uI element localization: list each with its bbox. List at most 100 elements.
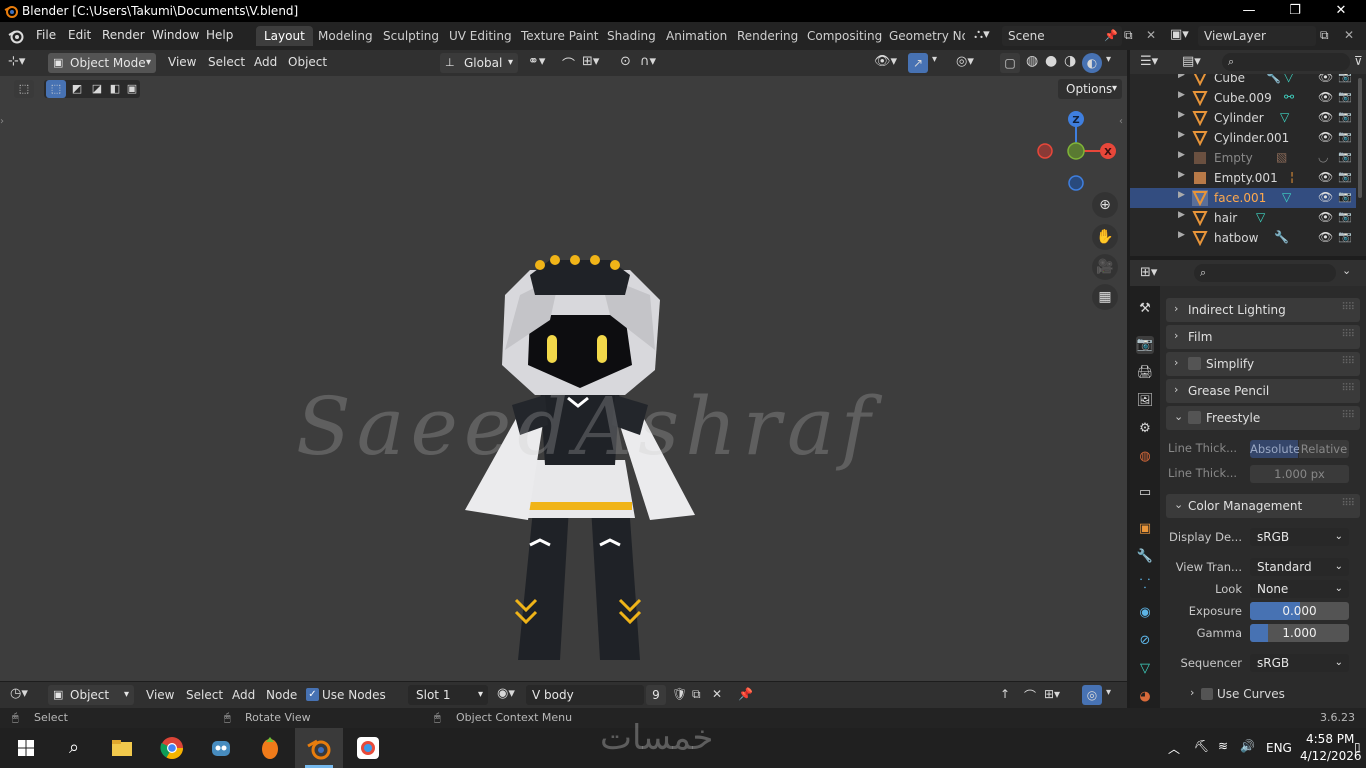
eye-icon[interactable]: 👁: [1318, 74, 1333, 84]
tab-rendering[interactable]: Rendering: [729, 26, 806, 46]
render-tab-icon[interactable]: 📷: [1136, 336, 1154, 354]
display-mode-icon[interactable]: ▤▾: [1182, 54, 1201, 69]
tray-overflow-icon[interactable]: ︿: [1168, 740, 1180, 757]
overlay-icon[interactable]: ◎▾: [956, 54, 974, 69]
photos-app-icon[interactable]: [354, 734, 382, 762]
shader-type-dropdown[interactable]: ▣ Object ▾: [48, 685, 134, 705]
delete-scene-icon[interactable]: ✕: [1146, 28, 1156, 42]
chevron-down-icon[interactable]: ⌄: [1342, 264, 1351, 277]
menu-help[interactable]: Help: [206, 28, 233, 42]
scene-icon[interactable]: ⛬▾: [974, 27, 990, 42]
viewlayer-icon[interactable]: ▣▾: [1170, 27, 1189, 42]
unlink-material-icon[interactable]: ✕: [712, 687, 722, 701]
file-explorer-icon[interactable]: [108, 734, 136, 762]
node-menu-add[interactable]: Add: [232, 688, 255, 702]
fl-studio-icon[interactable]: [256, 734, 284, 762]
tab-modeling[interactable]: Modeling: [310, 26, 381, 46]
vp-menu-select[interactable]: Select: [208, 55, 245, 69]
output-tab-icon[interactable]: 🖨: [1136, 364, 1154, 382]
gizmo-toggle-icon[interactable]: ↗: [908, 53, 928, 73]
eye-icon[interactable]: 👁: [1318, 90, 1333, 104]
pan-hand-icon[interactable]: ✋: [1092, 224, 1118, 250]
slot-dropdown[interactable]: Slot 1 ▾: [408, 685, 488, 705]
new-viewlayer-icon[interactable]: ⧉: [1320, 28, 1329, 43]
transform-orientation-dropdown[interactable]: ⊥ Global ▾: [440, 53, 518, 73]
tab-animation[interactable]: Animation: [658, 26, 735, 46]
chevron-down-icon[interactable]: ▾: [932, 54, 937, 65]
panel-indirect-lighting[interactable]: › Indirect Lighting ⠿⠿: [1166, 298, 1360, 322]
node-menu-view[interactable]: View: [146, 688, 174, 702]
select-invert-icon[interactable]: ◧: [106, 80, 124, 98]
godot-icon[interactable]: [207, 734, 235, 762]
tab-shading[interactable]: Shading: [599, 26, 664, 46]
delete-viewlayer-icon[interactable]: ✕: [1344, 28, 1354, 42]
world-tab-icon[interactable]: ◍: [1136, 448, 1154, 466]
material-name-field[interactable]: V body: [526, 685, 644, 705]
windows-start-icon[interactable]: [12, 734, 40, 762]
eye-hidden-icon[interactable]: ◡: [1318, 150, 1328, 164]
y-axis-handle[interactable]: [1067, 142, 1085, 160]
thickness-relative-button[interactable]: Relative: [1299, 440, 1349, 458]
wifi-icon[interactable]: ≋: [1218, 739, 1228, 753]
minimize-button[interactable]: —: [1226, 0, 1272, 22]
render-camera-icon[interactable]: 📷: [1338, 90, 1352, 103]
eye-icon[interactable]: 👁: [1318, 210, 1333, 224]
eye-icon[interactable]: 👁: [1318, 130, 1333, 144]
render-camera-icon[interactable]: 📷: [1338, 110, 1352, 123]
expand-icon[interactable]: ▶: [1178, 230, 1185, 240]
snap-target-icon[interactable]: ⊞▾: [582, 54, 599, 69]
gamma-slider[interactable]: 1.000: [1250, 624, 1349, 642]
tool-tab-icon[interactable]: ⚒: [1136, 300, 1154, 318]
select-new-icon[interactable]: ⬚: [46, 80, 66, 98]
expand-icon[interactable]: ▶: [1178, 130, 1185, 140]
volume-icon[interactable]: 🔊: [1240, 739, 1255, 753]
eye-icon[interactable]: 👁: [1318, 170, 1333, 184]
outliner-row[interactable]: ▶ Cube.009 ⚯ 👁 📷: [1130, 88, 1356, 108]
collection-tab-icon[interactable]: ▭: [1136, 484, 1154, 502]
node-menu-select[interactable]: Select: [186, 688, 223, 702]
pin-icon[interactable]: 📌: [1104, 26, 1118, 46]
parent-node-icon[interactable]: ↑: [1000, 687, 1010, 701]
data-tab-icon[interactable]: ▽: [1136, 660, 1154, 678]
chevron-down-icon[interactable]: ▾: [1106, 687, 1111, 698]
pin-icon[interactable]: 📌: [738, 687, 753, 701]
eye-icon[interactable]: 👁: [1318, 190, 1333, 204]
notification-icon[interactable]: ▯: [1354, 740, 1361, 754]
material-browse-icon[interactable]: ◉▾: [497, 686, 515, 701]
ortho-grid-icon[interactable]: ▦: [1092, 284, 1118, 310]
snap-icon[interactable]: ⌒: [1024, 687, 1036, 704]
drag-grip-icon[interactable]: ⠿⠿: [1341, 302, 1355, 313]
sequencer-dropdown[interactable]: sRGB ⌄: [1250, 654, 1349, 672]
panel-film[interactable]: › Film ⠿⠿: [1166, 325, 1360, 349]
panel-simplify[interactable]: › Simplify ⠿⠿: [1166, 352, 1360, 376]
language-indicator[interactable]: ENG: [1266, 741, 1292, 755]
vp-menu-view[interactable]: View: [168, 55, 196, 69]
clock-date[interactable]: 4/12/2026: [1300, 749, 1362, 763]
exposure-slider[interactable]: 0.000: [1250, 602, 1349, 620]
neg-x-handle[interactable]: [1037, 143, 1053, 159]
menu-window[interactable]: Window: [152, 28, 199, 42]
properties-scrollbar[interactable]: [1360, 292, 1364, 702]
drag-grip-icon[interactable]: ⠿⠿: [1341, 383, 1355, 394]
snap-toggle-icon[interactable]: ⌒: [562, 54, 575, 73]
expand-icon[interactable]: ▶: [1178, 90, 1185, 100]
thickness-absolute-button[interactable]: Absolute: [1250, 440, 1300, 458]
viewlayer-selector[interactable]: ViewLayer: [1198, 26, 1316, 46]
use-nodes-checkbox[interactable]: ✓: [306, 688, 319, 701]
outliner-search-input[interactable]: ⌕: [1222, 53, 1350, 71]
render-camera-icon[interactable]: 📷: [1338, 190, 1352, 203]
properties-search-input[interactable]: ⌕: [1194, 264, 1336, 282]
mesh-data-icon[interactable]: ▽: [1256, 210, 1265, 224]
taskbar-blender-active[interactable]: [295, 728, 343, 768]
rendered-shading-icon[interactable]: ◐: [1082, 53, 1102, 73]
expand-icon[interactable]: ▶: [1178, 110, 1185, 120]
mesh-data-icon[interactable]: ▽: [1282, 190, 1291, 204]
render-camera-icon[interactable]: 📷: [1338, 230, 1352, 243]
tab-layout[interactable]: Layout: [256, 26, 313, 46]
outliner-row[interactable]: ▶ Cylinder.001 👁 📷: [1130, 128, 1356, 148]
render-camera-icon[interactable]: 📷: [1338, 150, 1352, 163]
tab-geometry-nodes[interactable]: Geometry Noc: [881, 26, 965, 46]
zoom-icon[interactable]: ⊕: [1092, 192, 1118, 218]
expand-icon[interactable]: ▶: [1178, 150, 1185, 160]
tab-compositing[interactable]: Compositing: [799, 26, 890, 46]
